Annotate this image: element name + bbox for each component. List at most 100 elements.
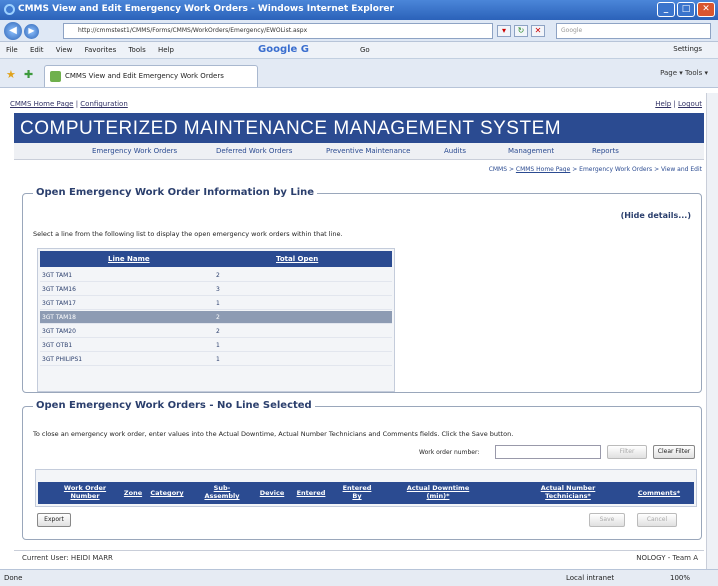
col-category[interactable]: Category	[146, 489, 188, 497]
close-window-button[interactable]: ✕	[697, 2, 715, 17]
address-row: ◀ ▶ http://cmmstest1/CMMS/Forms/CMMS/Wor…	[0, 20, 718, 42]
col-entered-by[interactable]: Entered By	[340, 484, 374, 500]
table-row[interactable]: 3GT PHILIPS1 1	[40, 353, 392, 366]
total-open-header[interactable]: Total Open	[276, 255, 318, 263]
window-title: CMMS View and Edit Emergency Work Orders…	[18, 4, 394, 14]
line-name: 3GT PHILIPS1	[42, 356, 83, 363]
work-order-number-label: Work order number:	[419, 449, 480, 456]
work-orders-header: Work Order Number Zone Category Sub-Asse…	[38, 482, 694, 504]
refresh-icon[interactable]: ↻	[514, 25, 528, 37]
go-button[interactable]: Go	[360, 46, 370, 54]
work-orders-title: Open Emergency Work Orders - No Line Sel…	[33, 400, 315, 411]
menu-file[interactable]: File	[6, 46, 18, 54]
nav-management[interactable]: Management	[508, 147, 554, 155]
crumb-root: CMMS	[488, 166, 508, 173]
breadcrumb: CMMS > CMMS Home Page > Emergency Work O…	[488, 166, 702, 173]
total-open: 1	[216, 356, 220, 363]
add-favorite-icon[interactable]: ✚	[24, 68, 33, 81]
tab-title: CMMS View and Edit Emergency Work Orders	[65, 72, 224, 80]
search-input[interactable]: Google	[556, 23, 711, 39]
maximize-button[interactable]: □	[677, 2, 695, 17]
crumb-section: Emergency Work Orders	[579, 166, 653, 173]
vertical-scrollbar[interactable]	[706, 93, 718, 569]
table-row[interactable]: 3GT OTB1 1	[40, 339, 392, 352]
nav-preventive-maintenance[interactable]: Preventive Maintenance	[326, 147, 410, 155]
browser-tab[interactable]: CMMS View and Edit Emergency Work Orders	[44, 65, 258, 87]
save-button[interactable]: Save	[589, 513, 625, 527]
logout-link[interactable]: Logout	[678, 100, 702, 108]
line-name: 3GT TAM17	[42, 300, 76, 307]
table-row[interactable]: 3GT TAM1 2	[40, 269, 392, 282]
favorites-star-icon[interactable]: ★	[6, 68, 16, 81]
col-actual-technicians[interactable]: Actual Number Technicians*	[524, 484, 612, 500]
nav-audits[interactable]: Audits	[444, 147, 466, 155]
table-row[interactable]: 3GT TAM17 1	[40, 297, 392, 310]
line-name: 3GT OTB1	[42, 342, 73, 349]
page-banner: COMPUTERIZED MAINTENANCE MANAGEMENT SYST…	[14, 113, 704, 143]
col-actual-downtime[interactable]: Actual Downtime (min)*	[398, 484, 478, 500]
tab-row: ★ ✚ CMMS View and Edit Emergency Work Or…	[0, 59, 718, 88]
work-order-number-input[interactable]	[495, 445, 601, 459]
cancel-button[interactable]: Cancel	[637, 513, 677, 527]
stop-icon[interactable]: ✕	[531, 25, 545, 37]
nav-reports[interactable]: Reports	[592, 147, 619, 155]
google-toolbar[interactable]: Google G	[258, 44, 309, 55]
line-name-header[interactable]: Line Name	[108, 255, 150, 263]
ie-logo-icon	[4, 4, 15, 15]
table-row[interactable]: 3GT TAM16 3	[40, 283, 392, 296]
status-text: Done	[4, 574, 23, 582]
export-button[interactable]: Export	[37, 513, 71, 527]
line-info-title: Open Emergency Work Order Information by…	[33, 187, 318, 198]
work-orders-table: Work Order Number Zone Category Sub-Asse…	[35, 469, 697, 507]
forward-button[interactable]: ▶	[24, 24, 39, 39]
search-placeholder: Google	[561, 27, 583, 34]
nav-emergency-work-orders[interactable]: Emergency Work Orders	[92, 147, 177, 155]
table-row[interactable]: 3GT TAM20 2	[40, 325, 392, 338]
line-table: Line Name Total Open 3GT TAM1 2 3GT TAM16…	[37, 248, 395, 392]
page-icon	[50, 71, 61, 82]
top-links: CMMS Home Page | Configuration Help | Lo…	[10, 100, 702, 108]
col-zone[interactable]: Zone	[122, 489, 144, 497]
menu-favorites[interactable]: Favorites	[85, 46, 117, 54]
total-open: 3	[216, 286, 220, 293]
security-zone: Local intranet	[566, 574, 615, 582]
crumb-current: View and Edit	[661, 166, 702, 173]
menu-tools[interactable]: Tools	[128, 46, 145, 54]
col-work-order-number[interactable]: Work Order Number	[54, 484, 116, 500]
filter-button[interactable]: Filter	[607, 445, 647, 459]
configuration-link[interactable]: Configuration	[80, 100, 127, 108]
main-nav: Emergency Work Orders Deferred Work Orde…	[14, 143, 704, 160]
col-comments[interactable]: Comments*	[630, 489, 688, 497]
zoom-level[interactable]: 100%	[670, 574, 690, 582]
window-controls: _ □ ✕	[657, 2, 715, 17]
address-bar[interactable]: http://cmmstest1/CMMS/Forms/CMMS/WorkOrd…	[63, 23, 493, 39]
back-button[interactable]: ◀	[4, 22, 22, 40]
help-link[interactable]: Help	[655, 100, 671, 108]
url-text: http://cmmstest1/CMMS/Forms/CMMS/WorkOrd…	[78, 27, 308, 34]
minimize-button[interactable]: _	[657, 2, 675, 17]
menu-bar: File Edit View Favorites Tools Help Goog…	[0, 42, 718, 59]
window-titlebar: CMMS View and Edit Emergency Work Orders…	[0, 0, 718, 20]
line-name: 3GT TAM18	[42, 314, 76, 321]
current-user: Current User: HEIDI MARR	[22, 554, 113, 562]
home-link[interactable]: CMMS Home Page	[10, 100, 73, 108]
col-entered[interactable]: Entered	[292, 489, 330, 497]
line-name: 3GT TAM1	[42, 272, 73, 279]
dropdown-icon[interactable]: ▾	[497, 25, 511, 37]
settings-button[interactable]: Settings	[673, 45, 702, 53]
menu-help[interactable]: Help	[158, 46, 174, 54]
total-open: 2	[216, 314, 220, 321]
col-sub-assembly[interactable]: Sub-Assembly	[202, 484, 242, 500]
command-bar[interactable]: Page ▾ Tools ▾	[660, 69, 708, 77]
menu-edit[interactable]: Edit	[30, 46, 44, 54]
table-row-selected[interactable]: 3GT TAM18 2	[40, 311, 392, 324]
col-device[interactable]: Device	[256, 489, 288, 497]
nav-deferred-work-orders[interactable]: Deferred Work Orders	[216, 147, 292, 155]
hide-details-link[interactable]: (Hide details...)	[621, 211, 691, 220]
menu-view[interactable]: View	[56, 46, 73, 54]
crumb-home-link[interactable]: CMMS Home Page	[516, 166, 570, 173]
line-name: 3GT TAM16	[42, 286, 76, 293]
total-open: 1	[216, 342, 220, 349]
line-info-description: Select a line from the following list to…	[33, 230, 343, 238]
clear-filter-button[interactable]: Clear Filter	[653, 445, 695, 459]
